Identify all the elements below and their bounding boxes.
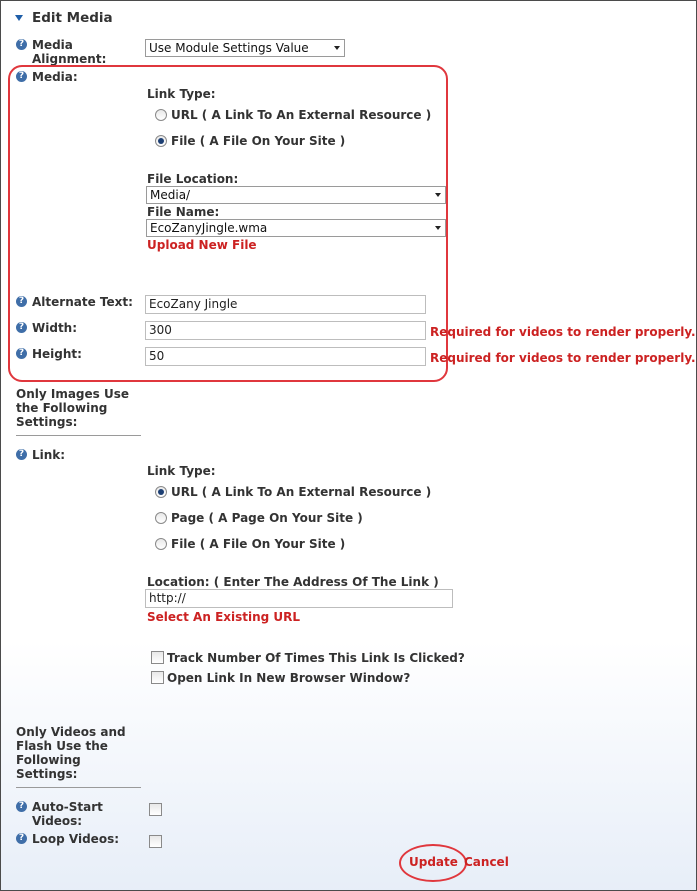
media-alignment-label: Media Alignment: <box>32 38 107 66</box>
height-required-note: Required for videos to render properly. <box>430 351 696 365</box>
auto-start-label-line: Videos: <box>32 814 83 828</box>
edit-media-panel: Edit Media ? Media Alignment: Use Module… <box>0 0 697 891</box>
file-location-label: File Location: <box>147 172 239 186</box>
help-icon[interactable]: ? <box>16 833 27 844</box>
help-icon[interactable]: ? <box>16 39 27 50</box>
width-input[interactable]: 300 <box>145 321 426 340</box>
file-name-value: EcoZanyJingle.wma <box>150 221 268 235</box>
images-section-title-line: Settings: <box>16 415 78 429</box>
collapse-triangle-icon[interactable] <box>15 15 23 21</box>
link-option-url: URL ( A Link To An External Resource ) <box>171 485 432 499</box>
cancel-button[interactable]: Cancel <box>464 855 509 869</box>
height-input[interactable]: 50 <box>145 347 426 366</box>
media-option-file: File ( A File On Your Site ) <box>171 134 346 148</box>
media-radio-file[interactable] <box>155 135 167 147</box>
chevron-down-icon <box>435 193 441 197</box>
help-icon[interactable]: ? <box>16 71 27 82</box>
link-radio-url[interactable] <box>155 486 167 498</box>
upload-new-file-link[interactable]: Upload New File <box>147 238 257 252</box>
loop-videos-label: Loop Videos: <box>32 832 120 846</box>
alternate-text-label: Alternate Text: <box>32 295 133 309</box>
help-icon[interactable]: ? <box>16 296 27 307</box>
section-divider <box>16 787 141 788</box>
auto-start-label-line: Auto-Start <box>32 800 103 814</box>
help-icon[interactable]: ? <box>16 348 27 359</box>
link-radio-page[interactable] <box>155 512 167 524</box>
images-section-title: Only Images Use the Following Settings: <box>16 387 129 429</box>
select-existing-url-link[interactable]: Select An Existing URL <box>147 610 300 624</box>
loop-videos-checkbox[interactable] <box>149 835 162 848</box>
chevron-down-icon <box>334 46 340 50</box>
link-option-page: Page ( A Page On Your Site ) <box>171 511 363 525</box>
track-clicks-checkbox[interactable] <box>151 651 164 664</box>
width-required-note: Required for videos to render properly. <box>430 325 696 339</box>
track-clicks-label: Track Number Of Times This Link Is Click… <box>167 651 465 665</box>
media-alignment-select[interactable]: Use Module Settings Value <box>145 39 345 57</box>
width-label: Width: <box>32 321 78 335</box>
location-input[interactable]: http:// <box>145 589 453 608</box>
auto-start-label: Auto-Start Videos: <box>32 800 103 828</box>
videos-section-title-line: Only Videos and <box>16 725 126 739</box>
new-window-checkbox[interactable] <box>151 671 164 684</box>
location-label: Location: ( Enter The Address Of The Lin… <box>147 575 439 589</box>
chevron-down-icon <box>435 226 441 230</box>
videos-section-title-line: Settings: <box>16 767 78 781</box>
section-divider <box>16 435 141 436</box>
help-icon[interactable]: ? <box>16 449 27 460</box>
auto-start-checkbox[interactable] <box>149 803 162 816</box>
videos-section-title-line: Following <box>16 753 81 767</box>
media-link-type-label: Link Type: <box>147 87 216 101</box>
file-location-select[interactable]: Media/ <box>146 186 446 204</box>
page-title: Edit Media <box>32 10 113 26</box>
link-option-file: File ( A File On Your Site ) <box>171 537 346 551</box>
videos-section-title: Only Videos and Flash Use the Following … <box>16 725 126 781</box>
help-icon[interactable]: ? <box>16 322 27 333</box>
link-type-label: Link Type: <box>147 464 216 478</box>
new-window-label: Open Link In New Browser Window? <box>167 671 411 685</box>
update-button[interactable]: Update <box>409 855 458 869</box>
alternate-text-input[interactable]: EcoZany Jingle <box>145 295 426 314</box>
file-name-select[interactable]: EcoZanyJingle.wma <box>146 219 446 237</box>
media-option-url: URL ( A Link To An External Resource ) <box>171 108 432 122</box>
media-radio-url[interactable] <box>155 109 167 121</box>
file-name-label: File Name: <box>147 205 220 219</box>
media-label: Media: <box>32 70 78 84</box>
link-radio-file[interactable] <box>155 538 167 550</box>
media-alignment-value: Use Module Settings Value <box>149 41 309 55</box>
height-label: Height: <box>32 347 82 361</box>
images-section-title-line: the Following <box>16 401 108 415</box>
file-location-value: Media/ <box>150 188 191 202</box>
link-label: Link: <box>32 448 66 462</box>
images-section-title-line: Only Images Use <box>16 387 129 401</box>
help-icon[interactable]: ? <box>16 801 27 812</box>
videos-section-title-line: Flash Use the <box>16 739 108 753</box>
